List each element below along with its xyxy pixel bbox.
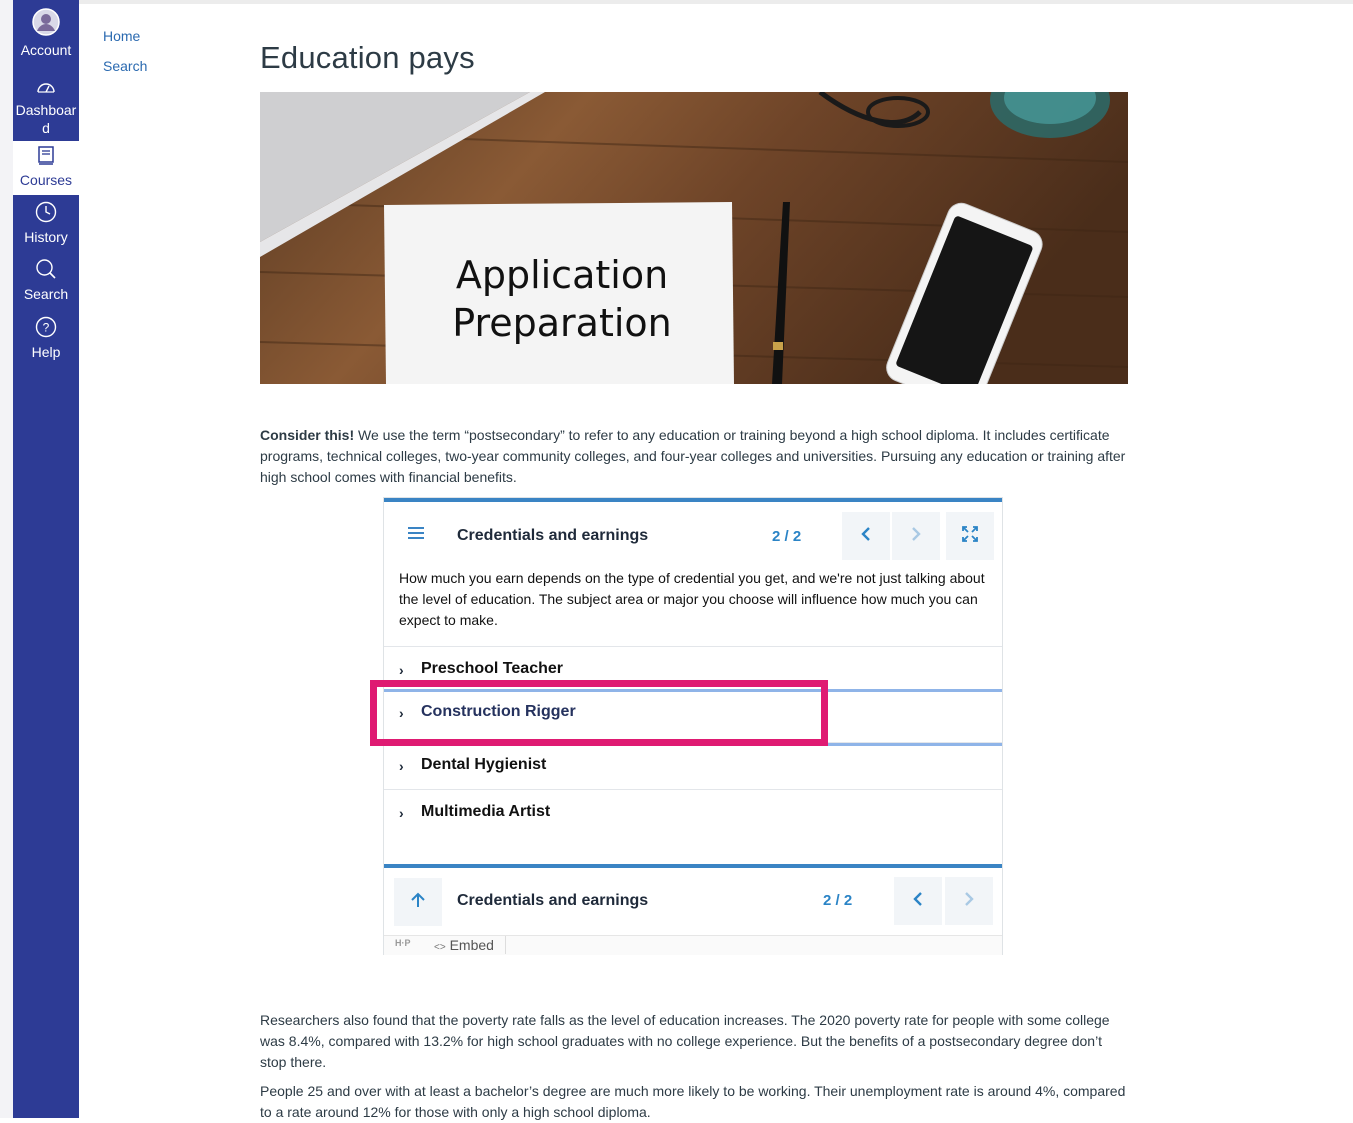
intro-paragraph: Consider this! We use the term “postseco… xyxy=(260,425,1128,488)
h5p-footer-title: Credentials and earnings xyxy=(457,892,649,909)
h5p-page-indicator: 2 / 2 xyxy=(772,528,802,545)
next-page-button[interactable] xyxy=(892,512,940,560)
nav-dashboard[interactable]: Dashboard xyxy=(13,78,79,137)
help-icon: ? xyxy=(13,316,79,342)
nav-account[interactable]: Account xyxy=(13,8,79,59)
previous-page-button[interactable] xyxy=(842,512,890,560)
embed-button[interactable]: <> Embed xyxy=(434,937,494,953)
chevron-left-icon xyxy=(912,891,924,912)
intro-bold-lead: Consider this! xyxy=(260,427,355,443)
h5p-interactive-book: Credentials and earnings 2 / 2 How much … xyxy=(383,497,1003,955)
accordion-label: Dental Hygienist xyxy=(421,756,547,773)
fullscreen-expand-icon xyxy=(962,525,978,547)
account-avatar-icon xyxy=(13,8,79,40)
accordion-item-multimedia-artist[interactable]: › Multimedia Artist xyxy=(384,789,1002,836)
courses-icon xyxy=(13,146,79,170)
course-nav-search[interactable]: Search xyxy=(103,57,147,75)
accordion-item-preschool-teacher[interactable]: › Preschool Teacher xyxy=(384,646,1002,693)
h5p-logo: H·P xyxy=(395,938,411,948)
chevron-right-icon: › xyxy=(399,805,404,821)
hero-caption-line2: Preparation xyxy=(452,301,672,345)
h5p-chapter-title: Credentials and earnings xyxy=(457,527,649,544)
search-icon xyxy=(13,258,79,284)
svg-text:?: ? xyxy=(43,321,50,335)
nav-history-label: History xyxy=(24,229,68,245)
chevron-right-icon: › xyxy=(399,662,404,678)
h5p-footer-page-indicator: 2 / 2 xyxy=(823,892,853,909)
nav-account-label: Account xyxy=(20,42,72,58)
intro-body-text: We use the term “postsecondary” to refer… xyxy=(260,427,1126,485)
nav-history[interactable]: History xyxy=(13,201,79,246)
actions-divider xyxy=(505,936,506,954)
h5p-intro-text: How much you earn depends on the type of… xyxy=(399,570,985,628)
menu-hamburger-icon[interactable] xyxy=(408,526,426,545)
nav-help-label: Help xyxy=(31,344,61,360)
top-strip xyxy=(0,0,1353,4)
chevron-right-icon: › xyxy=(399,705,404,721)
footer-previous-page-button[interactable] xyxy=(894,877,942,925)
chevron-left-icon xyxy=(860,526,872,547)
h5p-actions-bar: H·P <> Embed xyxy=(384,935,1002,955)
unemployment-paragraph: People 25 and over with at least a bache… xyxy=(260,1083,1126,1120)
nav-help[interactable]: ? Help xyxy=(13,316,79,361)
nav-courses[interactable]: Courses xyxy=(13,141,79,195)
dashboard-icon xyxy=(13,78,79,100)
accordion-item-dental-hygienist[interactable]: › Dental Hygienist xyxy=(384,742,1002,789)
course-nav-home[interactable]: Home xyxy=(103,27,147,45)
hero-image: Application Preparation xyxy=(260,92,1128,384)
course-navigation: Home Search xyxy=(103,27,147,87)
accordion-label: Multimedia Artist xyxy=(421,803,551,820)
history-clock-icon xyxy=(13,201,79,227)
arrow-up-icon xyxy=(411,892,425,913)
nav-search-label: Search xyxy=(23,286,69,302)
fullscreen-button[interactable] xyxy=(946,512,994,560)
nav-search[interactable]: Search xyxy=(13,258,79,303)
global-navigation: Account Dashboard Courses History Search… xyxy=(13,0,79,1118)
chevron-right-icon xyxy=(963,891,975,912)
h5p-header: Credentials and earnings 2 / 2 xyxy=(384,502,1002,568)
accordion-label: Preschool Teacher xyxy=(421,660,563,677)
h5p-footer: Credentials and earnings 2 / 2 xyxy=(384,868,1002,934)
poverty-paragraph: Researchers also found that the poverty … xyxy=(260,1012,1110,1070)
window-left-edge xyxy=(0,0,13,1118)
nav-courses-label: Courses xyxy=(19,172,73,188)
code-icon: <> xyxy=(434,942,446,953)
embed-label: Embed xyxy=(449,937,494,953)
page-title: Education pays xyxy=(260,40,475,75)
accordion-label: Construction Rigger xyxy=(421,703,576,720)
footer-next-page-button[interactable] xyxy=(945,877,993,925)
back-to-top-button[interactable] xyxy=(394,878,442,926)
accordion-item-construction-rigger[interactable]: › Construction Rigger xyxy=(384,689,1002,746)
chevron-right-icon: › xyxy=(399,758,404,774)
nav-dashboard-label: Dashboard xyxy=(15,102,77,136)
hero-caption-line1: Application xyxy=(456,253,668,297)
chevron-right-icon xyxy=(910,526,922,547)
